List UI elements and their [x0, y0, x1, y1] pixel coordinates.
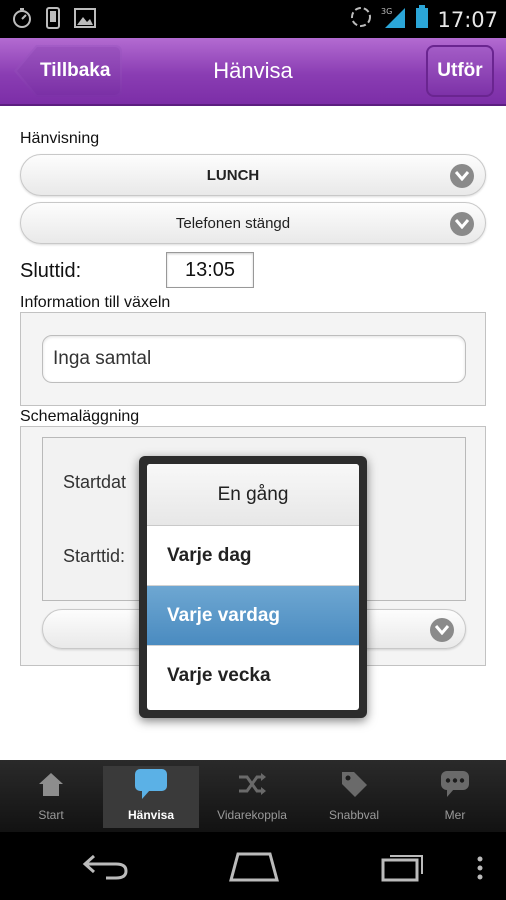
home-nav-icon[interactable]	[228, 852, 280, 887]
status-bar: 3G 17:07	[0, 0, 506, 38]
tag-icon	[306, 766, 402, 802]
chevron-down-icon	[450, 212, 474, 236]
tab-start[interactable]: Start	[3, 766, 99, 828]
repeat-options-popup: En gång Varje dag Varje vardag Varje vec…	[139, 456, 367, 718]
info-input[interactable]: Inga samtal	[42, 335, 466, 383]
header-bar: Tillbaka Hänvisa Utför	[0, 38, 506, 106]
phone-state-value: Telefonen stängd	[175, 215, 291, 232]
recent-apps-icon[interactable]	[380, 850, 426, 887]
hanvisning-label: Hänvisning	[20, 130, 100, 147]
tab-snabbval-label: Snabbval	[328, 808, 380, 822]
battery-icon	[415, 5, 429, 34]
info-label: Information till växeln	[20, 294, 171, 311]
done-button[interactable]: Utför	[426, 45, 494, 97]
chevron-down-icon	[450, 164, 474, 188]
reason-value: LUNCH	[206, 167, 260, 184]
reason-select[interactable]: LUNCH	[20, 154, 486, 196]
info-panel: Inga samtal	[20, 312, 486, 406]
tab-start-label: Start	[38, 808, 64, 822]
clock: 17:07	[437, 7, 498, 32]
tab-vidarekoppla[interactable]: Vidarekoppla	[204, 766, 300, 828]
popup-option-once[interactable]: En gång	[147, 464, 359, 526]
popup-option-weekly[interactable]: Varje vecka	[147, 646, 359, 706]
chat-dots-icon	[407, 766, 503, 802]
schema-label: Schemaläggning	[20, 408, 140, 425]
sluttid-input[interactable]: 13:05	[166, 252, 254, 288]
phone-icon	[46, 7, 60, 34]
starttid-label[interactable]: Starttid:	[63, 546, 125, 567]
tab-hanvisa[interactable]: Hänvisa	[103, 766, 199, 828]
system-nav-bar	[0, 832, 506, 900]
tab-hanvisa-label: Hänvisa	[127, 808, 175, 822]
startdatum-label[interactable]: Startdat	[63, 472, 126, 493]
image-icon	[74, 8, 96, 33]
speech-bubble-icon	[103, 766, 199, 802]
overflow-menu-icon[interactable]	[476, 856, 484, 885]
tab-bar: Start Hänvisa Vidarekoppla Snabbval Mer	[0, 760, 506, 832]
vibrate-icon	[349, 5, 373, 34]
popup-option-weekdays[interactable]: Varje vardag	[147, 586, 359, 646]
speedometer-icon	[12, 7, 32, 34]
svg-text:3G: 3G	[381, 7, 392, 16]
tab-snabbval[interactable]: Snabbval	[306, 766, 402, 828]
phone-state-select[interactable]: Telefonen stängd	[20, 202, 486, 244]
sluttid-label: Sluttid:	[20, 260, 82, 282]
chevron-down-icon	[430, 618, 454, 642]
back-arrow-icon[interactable]	[82, 854, 128, 885]
signal-icon: 3G	[381, 5, 407, 34]
tab-mer-label: Mer	[444, 808, 466, 822]
tab-mer[interactable]: Mer	[407, 766, 503, 828]
shuffle-icon	[204, 766, 300, 802]
tab-vidarekoppla-label: Vidarekoppla	[217, 808, 287, 822]
popup-option-daily[interactable]: Varje dag	[147, 526, 359, 586]
home-icon	[3, 766, 99, 802]
